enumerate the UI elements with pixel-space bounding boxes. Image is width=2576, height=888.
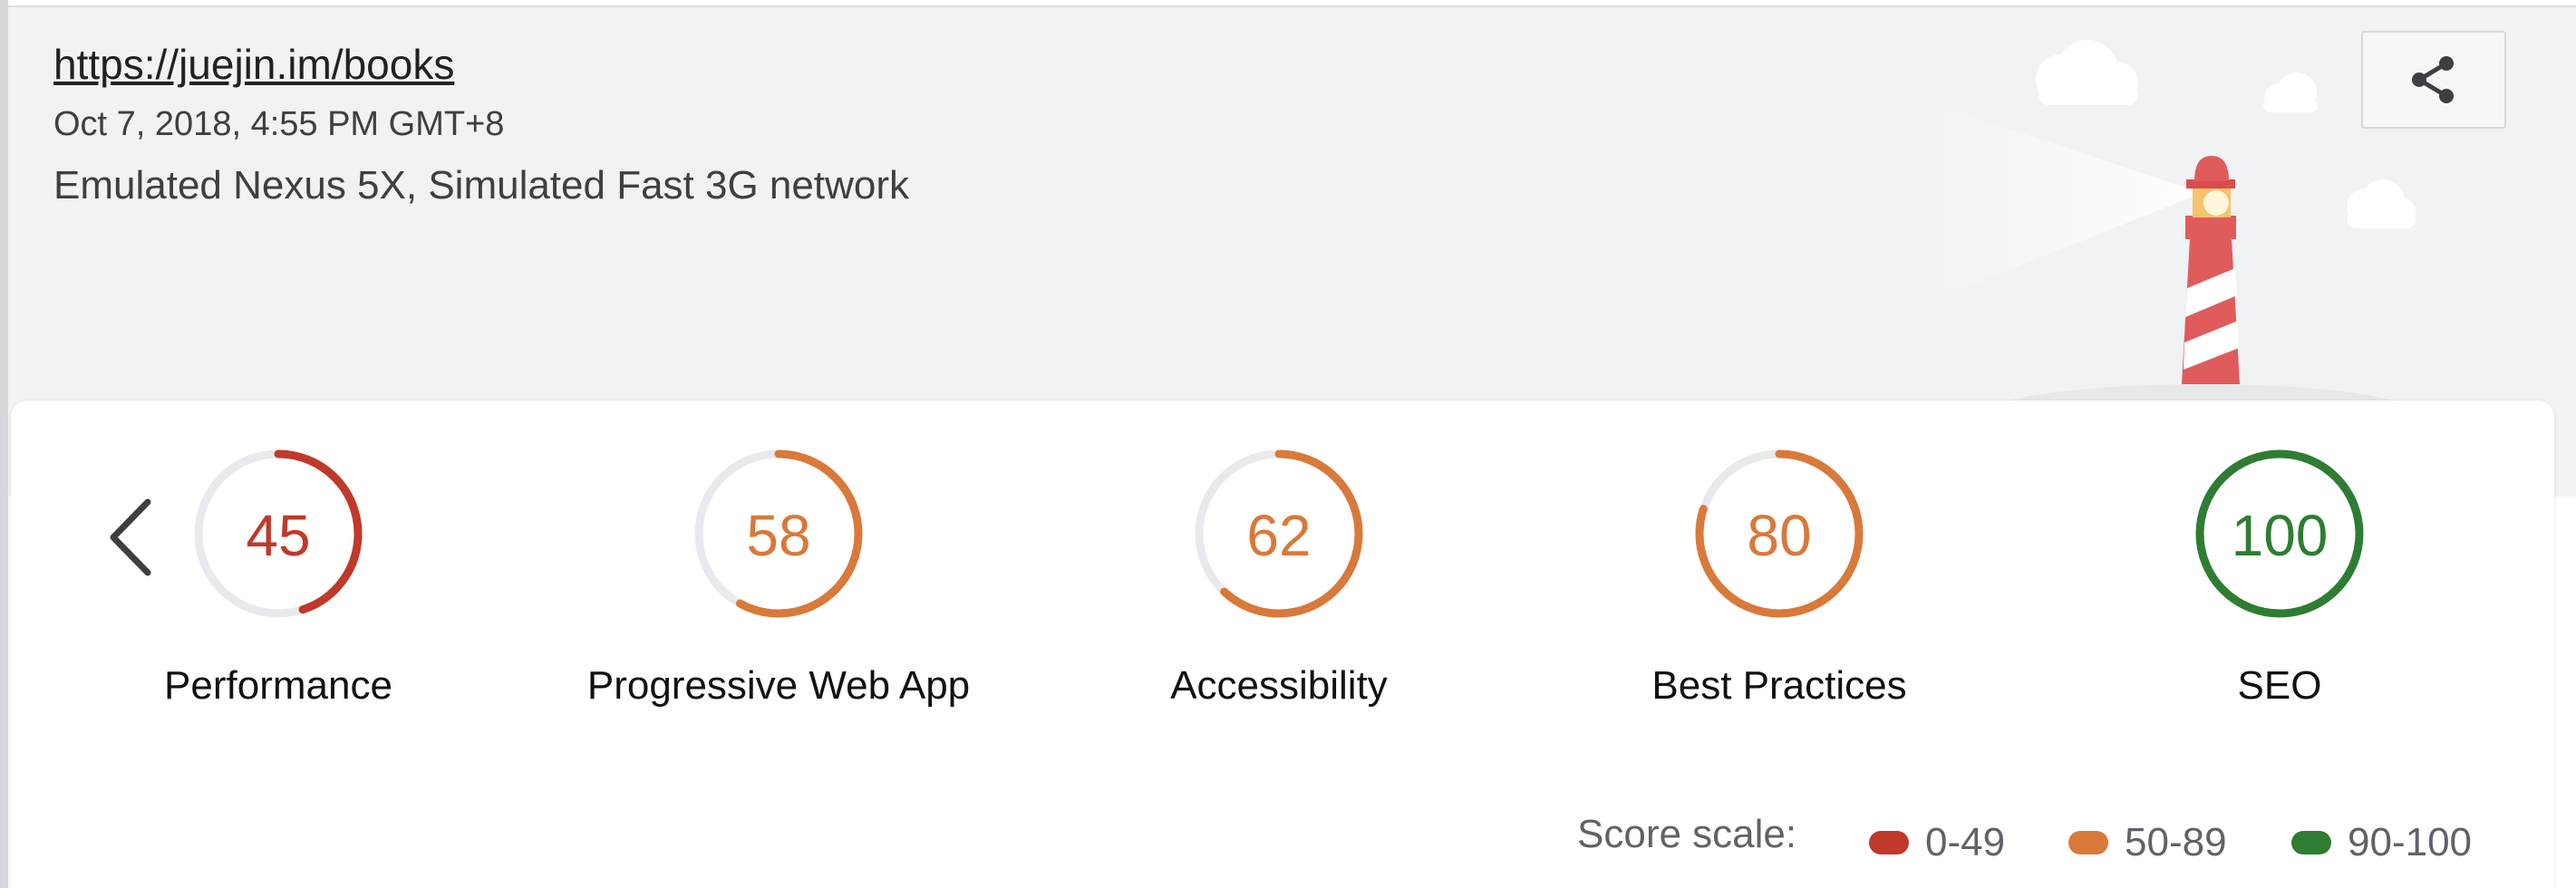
scale-pass-dot: [2291, 831, 2331, 854]
gauge-best-practices[interactable]: 80 Best Practices: [1598, 448, 1961, 738]
score-scale-title: Score scale:: [1577, 812, 1797, 856]
scale-average-dot: [2068, 831, 2108, 854]
scale-average: 50-89: [2068, 816, 2227, 870]
lighthouse-report: https://juejin.im/books Oct 7, 2018, 4:5…: [0, 0, 2576, 888]
share-icon: [2412, 56, 2454, 103]
gauge-label: Progressive Web App: [586, 663, 971, 708]
gauge-score: 100: [2231, 503, 2329, 568]
gauge-score: 62: [1246, 503, 1312, 568]
gauge-performance[interactable]: 45 Performance: [97, 448, 460, 738]
share-button[interactable]: [2361, 31, 2506, 129]
gauge-accessibility[interactable]: 62 Accessibility: [1098, 448, 1460, 738]
scale-fail-dot: [1869, 831, 1909, 854]
gauge-score: 58: [746, 503, 811, 568]
report-url-link[interactable]: https://juejin.im/books: [53, 40, 454, 89]
gauge-label: Performance: [164, 663, 392, 708]
gauge-seo[interactable]: 100 SEO: [2098, 448, 2461, 738]
scale-pass-label: 90-100: [2348, 820, 2473, 864]
gauge-label: SEO: [2237, 663, 2322, 708]
gauge-score: 45: [246, 503, 311, 568]
report-environment: Emulated Nexus 5X, Simulated Fast 3G net…: [53, 163, 909, 208]
gauge-label: Accessibility: [1170, 663, 1388, 708]
gauge-score: 80: [1747, 503, 1812, 568]
scale-fail: 0-49: [1869, 816, 2005, 870]
scale-pass: 90-100: [2291, 816, 2472, 870]
report-timestamp: Oct 7, 2018, 4:55 PM GMT+8: [53, 105, 505, 143]
scale-average-label: 50-89: [2125, 820, 2227, 864]
gauge-progressive-web-app[interactable]: 58 Progressive Web App: [587, 448, 970, 738]
window-edge: [0, 0, 8, 888]
scale-fail-label: 0-49: [1925, 820, 2006, 864]
gauge-label: Best Practices: [1651, 663, 1907, 708]
